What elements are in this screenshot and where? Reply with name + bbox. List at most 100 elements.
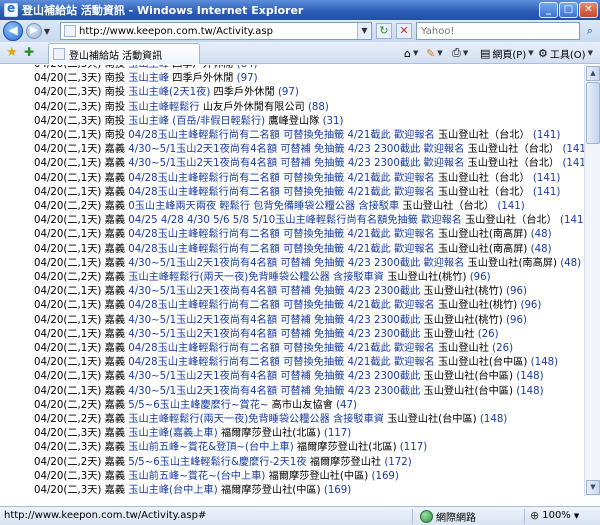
activity-date-region: 04/20(二,3天) 嘉義 <box>34 470 129 482</box>
home-icon: ⌂ <box>404 46 411 60</box>
chevron-down-icon: ▼ <box>573 511 580 520</box>
activity-link[interactable]: 玉山主峰(2天1夜) <box>128 87 210 98</box>
title-bar: 登山補給站 活動資訊 - Windows Internet Explorer _… <box>0 0 600 20</box>
activity-link[interactable]: 4/30~5/1玉山2天1夜尚有4名額 可替補 免抽籤 4/23 2300截此 … <box>128 258 464 269</box>
close-button[interactable]: ✕ <box>579 2 598 18</box>
favorites-star-icon[interactable]: ★ <box>6 45 18 60</box>
activity-link[interactable]: 4/30~5/1玉山2天1夜尚有4名額 可替補 免抽籤 4/23 2300截此 … <box>128 158 464 169</box>
refresh-button[interactable]: ↻ <box>376 23 392 39</box>
activity-row: 04/20(二,3天) 嘉義 玉山主峰(台中上車) 福爾摩莎登山社(中區) (1… <box>34 482 351 496</box>
page-icon: ▤ <box>480 46 491 60</box>
search-input[interactable] <box>417 23 557 39</box>
search-icon[interactable]: ⌕ <box>583 23 597 39</box>
search-box[interactable] <box>416 22 580 40</box>
vertical-scrollbar[interactable]: ▲ ▼ <box>584 65 600 496</box>
activity-date-region: 04/20(二,2天) 嘉義 <box>34 201 129 212</box>
stop-button[interactable]: ✕ <box>396 23 412 39</box>
activity-date-region: 04/20(二,2天) 嘉義 <box>34 399 129 411</box>
address-dropdown-icon[interactable]: ▼ <box>357 23 371 39</box>
activity-link[interactable]: 04/28玉山主峰輕鬆行尚有二名額 可替換免抽籤 4/21截此 歡迎報名 <box>128 244 434 255</box>
activity-link[interactable]: 5/5~6玉山主峰輕鬆行&慶麼行-2天1夜 <box>128 457 306 468</box>
activity-date-region: 04/20(二,1天) 嘉義 <box>34 286 129 298</box>
back-button[interactable]: ◀ <box>3 21 23 41</box>
minimize-button[interactable]: _ <box>539 2 558 18</box>
activity-link[interactable]: 玉山主峰輕鬆行(兩天一夜)免背睡袋公糧公器 含接駁車資 <box>128 414 384 425</box>
add-favorite-icon[interactable]: ✚ <box>24 45 34 59</box>
activity-organizer: 四季戶外休閒 <box>169 73 234 85</box>
activity-link[interactable]: 04/28玉山主峰輕鬆行尚有二名額 可替換免抽籤 4/21截此 歡迎報名 <box>128 229 434 240</box>
activity-date-region: 04/20(二,1天) 嘉義 <box>34 371 129 383</box>
activity-organizer: 福爾摩莎登山社(北區) <box>293 442 397 454</box>
activity-date-region: 04/20(二,3天) 嘉義 <box>34 428 129 440</box>
activity-count: (97) <box>277 87 299 99</box>
activity-date-region: 04/20(二,1天) 嘉義 <box>34 385 129 397</box>
activity-organizer: 玉山登山社（台北） <box>399 201 495 212</box>
activity-organizer: 玉山登山社（台北） <box>461 215 557 227</box>
activity-link[interactable]: 4/30~5/1玉山2天1夜尚有4名額 可替補 免抽籤 4/23 2300截此 <box>128 315 420 326</box>
tools-menu-button[interactable]: ⚙ 工具(O) ▼ <box>538 45 593 61</box>
activity-organizer: 玉山登山社(南高屏) <box>434 229 528 241</box>
activity-link[interactable]: 4/30~5/1玉山2天1夜尚有4名額 可替補 免抽籤 4/23 2300截此 <box>128 329 420 340</box>
history-dropdown-icon[interactable]: ▼ <box>42 27 52 36</box>
tab-active[interactable]: 登山補給站 活動資訊 <box>48 43 200 64</box>
activity-link[interactable]: 玉山主峰輕鬆行(兩天一夜)免背睡袋公糧公器 含接駁車資 <box>128 272 384 283</box>
activity-date-region: 04/20(二,1天) 嘉義 <box>34 328 129 340</box>
activity-count: (96) <box>506 286 527 298</box>
activity-count: (141) <box>560 215 584 227</box>
zoom-control[interactable]: ⊕ 100% ▼ <box>530 509 579 522</box>
activity-organizer: 玉山登山社（台北） <box>434 172 530 184</box>
forward-button[interactable]: ▶ <box>26 23 42 39</box>
activity-link[interactable]: 04/28玉山主峰輕鬆行尚有二名額 可替換免抽籤 4/21截此 歡迎報名 <box>128 343 434 354</box>
activity-link[interactable]: 4/30~5/1玉山2天1夜尚有4名額 可替補 免抽籤 4/23 2300截此 … <box>128 144 464 155</box>
print-button[interactable]: ⎙ ▼ <box>452 45 468 61</box>
home-button[interactable]: ⌂ ▼ <box>404 45 418 61</box>
activity-link[interactable]: 玉山主峰(台中上車) <box>128 485 217 496</box>
window-controls: _ □ ✕ <box>539 2 598 18</box>
activity-link[interactable]: 玉山主峰 (百岳/非假日輕鬆行) <box>128 116 265 127</box>
scroll-down-icon[interactable]: ▼ <box>586 480 600 495</box>
activity-link[interactable]: 0玉山主峰兩天兩夜 輕鬆行 包背免備睡袋公糧公器 含接駁車 <box>128 201 399 212</box>
tools-menu-label: 工具(O) <box>549 49 586 61</box>
activity-link[interactable]: 04/25 4/28 4/30 5/6 5/8 5/10玉山主峰輕鬆行尚有名額免… <box>128 215 462 226</box>
activity-link[interactable]: 04/28玉山主峰輕鬆行尚有二名額 可替換免抽籤 4/21截此 歡迎報名 <box>128 187 434 198</box>
activity-link[interactable]: 玉山主峰輕鬆行 <box>128 102 199 113</box>
activity-link[interactable]: 玉山主峰 <box>128 73 169 84</box>
scroll-up-icon[interactable]: ▲ <box>586 66 600 81</box>
activity-link[interactable]: 04/28玉山主峰輕鬆行尚有二名額 可替換免抽籤 4/21截此 歡迎報名 <box>128 357 434 368</box>
activity-link[interactable]: 玉山前五峰~賞花&登頂~(台中上車) <box>128 442 293 453</box>
page-menu-button[interactable]: ▤ 網頁(P) ▼ <box>480 45 534 61</box>
activity-organizer: 福爾摩莎登山社 <box>306 456 382 468</box>
security-zone[interactable]: 網際網路 <box>420 509 476 524</box>
activity-count: (117) <box>399 442 428 454</box>
activity-organizer: 玉山登山社(桃竹) <box>420 286 503 298</box>
status-bar: http://www.keepon.com.tw/Activity.asp# 網… <box>0 506 600 525</box>
address-url[interactable]: http://www.keepon.com.tw/Activity.asp <box>79 26 273 37</box>
activity-link[interactable]: 4/30~5/1玉山2天1夜尚有4名額 可替補 免抽籤 4/23 2300截此 <box>128 386 420 397</box>
activity-link[interactable]: 5/5~6玉山主峰慶麼行~賞花~ <box>128 400 268 411</box>
chevron-down-icon: ▼ <box>437 49 443 57</box>
activity-link[interactable]: 4/30~5/1玉山2天1夜尚有4名額 可替補 免抽籤 4/23 2300截此 <box>128 371 420 382</box>
activity-link[interactable]: 玉山主峰(嘉義上車) <box>128 428 217 439</box>
activity-organizer: 玉山登山社 <box>420 328 475 340</box>
activity-date-region: 04/20(二,1天) 嘉義 <box>34 158 129 170</box>
activity-link[interactable]: 04/28玉山主峰輕鬆行尚有二名額 可替換免抽籤 4/21截此 歡迎報名 <box>128 300 434 311</box>
activity-organizer: 玉山登山社(南高屏) <box>434 243 528 255</box>
activity-count: (96) <box>520 300 542 312</box>
activity-link[interactable]: 玉山前五峰~賞花~(台中上車) <box>128 471 265 482</box>
activity-date-region: 04/20(二,1天) 嘉義 <box>34 243 129 255</box>
activity-link[interactable]: 4/30~5/1玉山2天1夜尚有4名額 可替補 免抽籤 4/23 2300截此 <box>128 286 420 297</box>
activity-link[interactable]: 04/28玉山主峰輕鬆行尚有二名額 可替換免抽籤 4/21截此 歡迎報名 <box>128 130 434 141</box>
activity-organizer: 玉山登山社（台北） <box>434 130 530 141</box>
feeds-button[interactable]: ✎ ▼ <box>426 45 443 61</box>
tab-label: 登山補給站 活動資訊 <box>69 50 163 62</box>
activity-date-region: 04/20(二,3天) 嘉義 <box>34 485 129 496</box>
maximize-button[interactable]: □ <box>559 2 578 18</box>
status-url: http://www.keepon.com.tw/Activity.asp# <box>4 510 207 521</box>
scroll-thumb[interactable] <box>586 82 600 144</box>
activity-date-region: 04/20(二,1天) 南投 <box>34 130 129 141</box>
chevron-down-icon: ▼ <box>412 49 419 57</box>
activity-link[interactable]: 04/28玉山主峰輕鬆行尚有二名額 可替換免抽籤 4/21截此 歡迎報名 <box>128 173 434 184</box>
address-bar[interactable]: http://www.keepon.com.tw/Activity.asp ▼ <box>60 22 372 40</box>
activity-count: (97) <box>236 73 258 85</box>
activity-date-region: 04/20(二,3天) 嘉義 <box>34 442 129 454</box>
